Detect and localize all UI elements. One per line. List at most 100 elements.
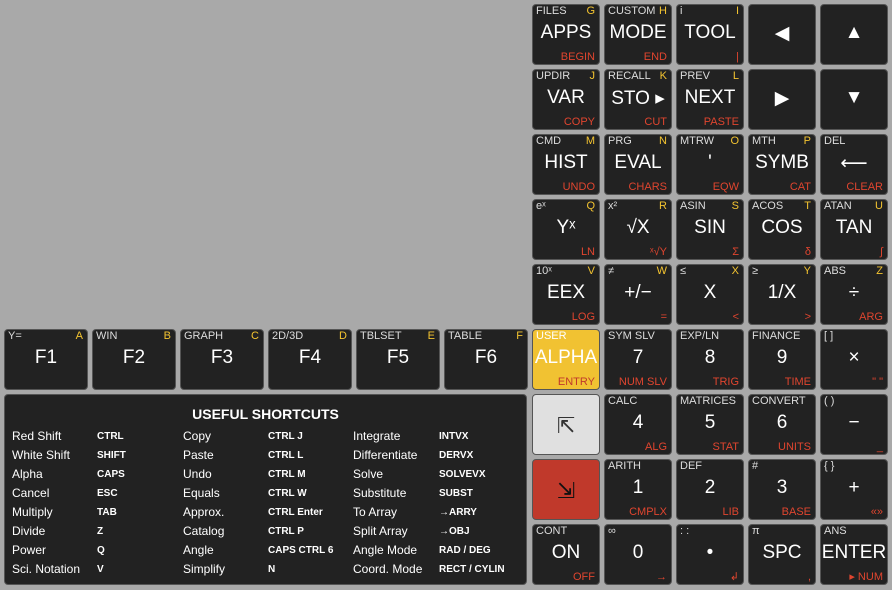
key-f2[interactable]: WIN B F2 xyxy=(92,329,176,390)
key-f5[interactable]: TBLSET E F5 xyxy=(356,329,440,390)
key-cos[interactable]: ACOS T COS δ xyxy=(748,199,816,260)
key-power[interactable]: eˣ Q Yˣ LN xyxy=(532,199,600,260)
shortcut-name: Solve xyxy=(353,467,384,481)
key-negate[interactable]: ≠ W +/− = xyxy=(604,264,672,325)
key-enter[interactable]: ANS ENTER ▸ NUM xyxy=(820,524,888,585)
key-sin[interactable]: ASIN S SIN Σ xyxy=(676,199,744,260)
key-main: 6 xyxy=(776,412,788,433)
key-x[interactable]: ≤ X X < xyxy=(676,264,744,325)
key-hist[interactable]: CMD M HIST UNDO xyxy=(532,134,600,195)
key-label: MATRICES xyxy=(680,395,737,407)
key-2[interactable]: DEF 2 LIB xyxy=(676,459,744,520)
key-apps[interactable]: FILES G APPS BEGIN xyxy=(532,4,600,65)
key-main: 5 xyxy=(704,412,716,433)
key-6[interactable]: CONVERT 6 UNITS xyxy=(748,394,816,455)
shortcut-key: TAB xyxy=(97,507,117,518)
key-mode[interactable]: CUSTOM H MODE END xyxy=(604,4,672,65)
shortcut-key: CTRL M xyxy=(268,469,306,480)
key-alpha[interactable]: USER ALPHA ENTRY xyxy=(532,329,600,390)
key-f6[interactable]: TABLE F F6 xyxy=(444,329,528,390)
key-9[interactable]: FINANCE 9 TIME xyxy=(748,329,816,390)
key-main: EVAL xyxy=(614,152,662,173)
key-space[interactable]: π SPC, xyxy=(748,524,816,585)
key-alpha-letter: H xyxy=(659,5,667,17)
key-main: SYMB xyxy=(755,152,809,173)
key-shift-label: EQW xyxy=(712,181,739,193)
key-alpha-letter: I xyxy=(735,5,739,17)
key-main: ⇲ xyxy=(556,478,576,503)
key-label: ANS xyxy=(824,525,847,537)
key-f1[interactable]: Y= A F1 xyxy=(4,329,88,390)
key-tool[interactable]: i I TOOL | xyxy=(676,4,744,65)
key-left-shift[interactable]: ⇱ xyxy=(532,394,600,455)
key-shift-label: PASTE xyxy=(703,116,739,128)
key-alpha-letter: R xyxy=(659,200,667,212)
key-backspace[interactable]: DEL ⟵ CLEAR xyxy=(820,134,888,195)
key-shift-label: CLEAR xyxy=(846,181,883,193)
key-3[interactable]: #3 BASE xyxy=(748,459,816,520)
key-eval[interactable]: PRG N EVAL CHARS xyxy=(604,134,672,195)
shortcut-name: Sci. Notation xyxy=(12,562,81,576)
key-down[interactable]: ▼ xyxy=(820,69,888,130)
key-shift-label: COPY xyxy=(563,116,595,128)
key-minus[interactable]: ( ) − _ xyxy=(820,394,888,455)
key-tan[interactable]: ATAN U TAN ∫ xyxy=(820,199,888,260)
key-sqrt[interactable]: x² R √X ˣ√Y xyxy=(604,199,672,260)
key-divide[interactable]: ABS Z ÷ ARG xyxy=(820,264,888,325)
shortcut-key: CTRL J xyxy=(268,431,303,442)
key-label: UPDIR xyxy=(536,70,571,82)
key-alpha-letter: E xyxy=(427,330,435,342)
key-up[interactable]: ▲ xyxy=(820,4,888,65)
key-main: SPC xyxy=(762,542,802,563)
key-main: 7 xyxy=(632,347,644,368)
key-main: 8 xyxy=(704,347,716,368)
shortcut-name: Differentiate xyxy=(353,448,418,462)
key-on[interactable]: CONT ON OFF xyxy=(532,524,600,585)
key-0[interactable]: ∞ 0 → xyxy=(604,524,672,585)
key-alpha-letter: F xyxy=(516,330,523,342)
key-alpha-letter: S xyxy=(731,200,739,212)
key-next[interactable]: PREV L NEXT PASTE xyxy=(676,69,744,130)
key-label: ACOS xyxy=(752,200,784,212)
key-main: STO ▸ xyxy=(611,88,665,109)
key-plus[interactable]: { } + «» xyxy=(820,459,888,520)
key-alpha-letter: N xyxy=(659,135,667,147)
key-8[interactable]: EXP/LN 8 TRIG xyxy=(676,329,744,390)
key-dot[interactable]: : : • ↲ xyxy=(676,524,744,585)
key-label: 10ˣ xyxy=(536,265,552,277)
key-main: ÷ xyxy=(848,282,860,303)
key-4[interactable]: CALC 4 ALG xyxy=(604,394,672,455)
key-var[interactable]: UPDIR J VAR COPY xyxy=(532,69,600,130)
key-main: ▲ xyxy=(844,22,864,43)
key-inverse[interactable]: ≥ Y 1/X > xyxy=(748,264,816,325)
key-alpha-letter: V xyxy=(587,265,595,277)
key-main: 1/X xyxy=(767,282,797,303)
key-main: 4 xyxy=(632,412,644,433)
shortcut-name: Undo xyxy=(183,467,212,481)
key-5[interactable]: MATRICES 5 STAT xyxy=(676,394,744,455)
key-f3[interactable]: GRAPH C F3 xyxy=(180,329,264,390)
key-left[interactable]: ◀ xyxy=(748,4,816,65)
key-shift-label: BASE xyxy=(781,506,811,518)
key-1[interactable]: ARITH 1 CMPLX xyxy=(604,459,672,520)
key-right-shift[interactable]: ⇲ xyxy=(532,459,600,520)
key-eex[interactable]: 10ˣ V EEX LOG xyxy=(532,264,600,325)
key-f4[interactable]: 2D/3D D F4 xyxy=(268,329,352,390)
key-alpha-letter: J xyxy=(589,70,596,82)
shortcut-name: Alpha xyxy=(12,467,43,481)
key-alpha-letter: C xyxy=(251,330,259,342)
key-label: ≠ xyxy=(608,265,615,277)
key-right[interactable]: ▶ xyxy=(748,69,816,130)
key-7[interactable]: SYM SLV 7 NUM SLV xyxy=(604,329,672,390)
key-alpha-letter: Y xyxy=(803,265,811,277)
key-main: + xyxy=(848,477,860,498)
key-multiply[interactable]: [ ] × " " xyxy=(820,329,888,390)
key-quote[interactable]: MTRW O ' EQW xyxy=(676,134,744,195)
key-sto[interactable]: RECALL K STO ▸ CUT xyxy=(604,69,672,130)
key-label: DEL xyxy=(824,135,846,147)
key-symb[interactable]: MTH P SYMB CAT xyxy=(748,134,816,195)
key-main: TAN xyxy=(835,217,873,238)
key-main: 1 xyxy=(632,477,644,498)
shortcut-key: ESC xyxy=(97,488,118,499)
key-label: FINANCE xyxy=(752,330,801,342)
